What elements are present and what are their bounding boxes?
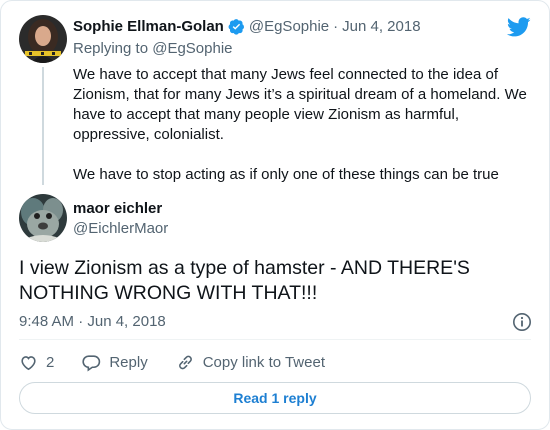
parent-tweet-header: Sophie Ellman-Golan @EgSophie · Jun 4, 2… [73, 18, 421, 35]
twitter-bird-icon[interactable] [506, 15, 531, 39]
heart-icon [21, 355, 36, 370]
like-button[interactable]: 2 [19, 353, 54, 372]
main-tweet-text: I view Zionism as a type of hamster - AN… [19, 257, 470, 304]
read-replies-button[interactable]: Read 1 reply [19, 382, 531, 414]
parent-tweet-paragraph-1: We have to accept that many Jews feel co… [73, 66, 527, 143]
replying-to-handle[interactable]: @EgSophie [152, 40, 232, 57]
link-icon [178, 355, 192, 369]
parent-author-name[interactable]: Sophie Ellman-Golan [73, 18, 224, 35]
main-tweet-timestamp[interactable]: 9:48 AM · Jun 4, 2018 [19, 313, 166, 330]
replying-to-line: Replying to @EgSophie [73, 40, 233, 57]
parent-tweet-text: We have to accept that many Jews feel co… [73, 65, 533, 185]
main-author-name[interactable]: maor eichler [73, 200, 162, 217]
copy-link-label: Copy link to Tweet [202, 353, 325, 371]
replying-to-label: Replying to [73, 40, 149, 57]
parent-tweet-date[interactable]: Jun 4, 2018 [342, 18, 420, 35]
verified-badge-icon [228, 18, 245, 35]
actions-divider [19, 339, 531, 340]
meta-separator: · [333, 18, 339, 35]
reply-icon [82, 354, 101, 372]
reply-button[interactable]: Reply [82, 353, 148, 372]
copy-link-button[interactable]: Copy link to Tweet [176, 353, 325, 372]
reply-label: Reply [109, 353, 148, 371]
parent-author-handle[interactable]: @EgSophie [249, 18, 329, 35]
parent-author-avatar[interactable] [19, 15, 67, 63]
parent-tweet-paragraph-2: We have to stop acting as if only one of… [73, 166, 499, 183]
tweet-embed-card: Sophie Ellman-Golan @EgSophie · Jun 4, 2… [0, 0, 550, 430]
main-author-avatar[interactable] [19, 194, 67, 242]
main-author-handle[interactable]: @EichlerMaor [73, 220, 168, 237]
tweet-actions-bar: 2 Reply Copy link to Tweet [19, 351, 353, 373]
like-count: 2 [46, 353, 55, 371]
info-icon[interactable] [512, 312, 532, 332]
thread-connector-line [42, 67, 44, 185]
